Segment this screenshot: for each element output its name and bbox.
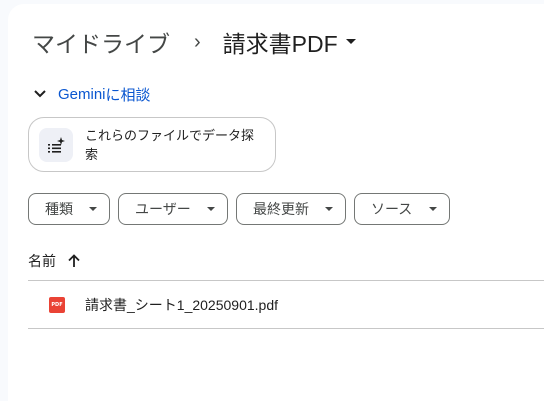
suggestion-text: これらのファイルでデータ探索 (85, 127, 255, 162)
caret-down-icon (429, 206, 437, 211)
breadcrumb-current-folder[interactable]: 請求書PDF (219, 25, 360, 59)
sparkle-list-icon (39, 127, 73, 162)
column-header-label: 名前 (28, 253, 56, 269)
arrow-up-icon[interactable] (68, 254, 80, 268)
gemini-label: Gemini (58, 85, 106, 103)
caret-down-icon (345, 39, 356, 44)
caret-down-icon (207, 206, 215, 211)
filter-modified-chip[interactable]: 最終更新 (236, 193, 346, 225)
file-name: 請求書_シート1_20250901.pdf (85, 296, 278, 313)
filter-type-chip[interactable]: 種類 (28, 193, 110, 225)
filter-chips: 種類 ユーザー 最終更新 ソース (28, 193, 458, 225)
suggestion-card-explore-data[interactable]: これらのファイルでデータ探索 (28, 117, 276, 172)
gemini-action-label: に相談 (105, 86, 151, 104)
column-header-name[interactable]: 名前 (28, 249, 80, 273)
breadcrumb: マイドライブ › 請求書PDF (28, 24, 360, 60)
filter-source-chip[interactable]: ソース (354, 193, 450, 225)
filter-people-chip[interactable]: ユーザー (118, 193, 228, 225)
breadcrumb-my-drive[interactable]: マイドライブ (28, 25, 174, 59)
caret-down-icon (89, 206, 97, 211)
filter-label: 最終更新 (253, 201, 309, 217)
table-row[interactable]: PDF 請求書_シート1_20250901.pdf (28, 281, 544, 328)
filter-label: ソース (371, 201, 413, 217)
breadcrumb-separator: › (194, 30, 201, 53)
filter-label: 種類 (45, 201, 73, 217)
gemini-ask-toggle[interactable]: Gemini に相談 (30, 82, 151, 106)
divider (28, 328, 544, 329)
pdf-icon: PDF (49, 296, 65, 313)
folder-title: 請求書PDF (222, 31, 338, 57)
filter-label: ユーザー (135, 201, 191, 217)
chevron-down-icon (30, 84, 50, 104)
main-panel: マイドライブ › 請求書PDF Gemini に相談 これらのファイルでデータ探… (8, 4, 544, 401)
caret-down-icon (325, 206, 333, 211)
